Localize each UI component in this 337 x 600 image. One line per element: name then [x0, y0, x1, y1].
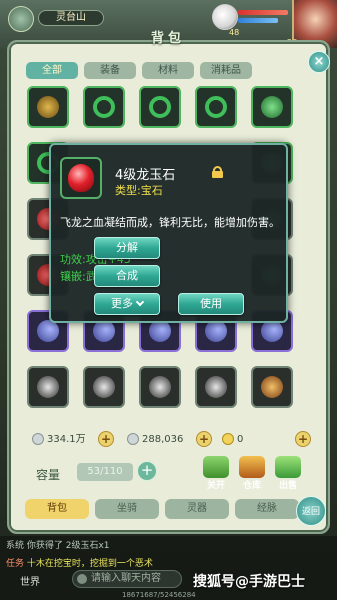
item-tooltip: 4级龙玉石 类型:宝石 飞龙之血凝结而成，锋利无比，能增加伤害。 功效:攻击+4… — [49, 143, 288, 323]
silver-amount: 334.1万 — [32, 432, 86, 448]
item-slot[interactable] — [251, 366, 293, 408]
minimap-icon[interactable] — [8, 6, 34, 32]
item-slot[interactable] — [27, 366, 69, 408]
more-button[interactable]: 更多 — [94, 293, 160, 315]
item-description: 飞龙之血凝结而成，锋利无比，能增加伤害。 — [60, 216, 280, 229]
black-orb-icon — [37, 376, 59, 398]
tab-bag[interactable]: 背包 — [25, 499, 89, 519]
necklace-icon — [37, 96, 59, 118]
add-diamond-button[interactable]: + — [295, 431, 311, 447]
black-orb-icon — [205, 376, 227, 398]
chevron-down-icon — [135, 297, 145, 307]
expand-capacity-button[interactable]: + — [137, 461, 157, 481]
add-silver-button[interactable]: + — [98, 431, 114, 447]
moon-stone-icon — [37, 320, 59, 342]
chat-input[interactable]: 请输入聊天内容 — [72, 570, 182, 588]
item-slot[interactable] — [195, 86, 237, 128]
jade-pendant-icon — [261, 96, 283, 118]
gold-amount: 288,036 — [127, 432, 183, 448]
pet-status-bars — [238, 10, 288, 26]
tab-meridian[interactable]: 经脉 — [235, 499, 299, 519]
gold-ingot-icon — [127, 433, 139, 445]
moon-stone-icon — [205, 320, 227, 342]
book-icon — [261, 376, 283, 398]
add-gold-button[interactable]: + — [196, 431, 212, 447]
item-slot[interactable] — [195, 366, 237, 408]
pet-mp-bar — [238, 18, 278, 23]
chat-channel[interactable]: 世界 — [20, 573, 40, 588]
pet-level: 48 — [229, 28, 240, 37]
item-slot[interactable] — [139, 366, 181, 408]
item-type: 类型:宝石 — [115, 184, 163, 197]
use-button[interactable]: 使用 — [178, 293, 244, 315]
decompose-button[interactable]: 分解 — [94, 237, 160, 259]
chat-line-system: 系统 你获得了 2级玉石x1 — [6, 541, 110, 551]
map-name: 灵台山 — [38, 10, 104, 26]
ring-icon — [205, 96, 227, 118]
capacity-value: 53/110 — [77, 463, 133, 481]
item-slot[interactable] — [251, 86, 293, 128]
moon-stone-icon — [261, 320, 283, 342]
close-button[interactable]: × — [308, 51, 330, 73]
tab-all[interactable]: 全部 — [26, 62, 78, 79]
silver-coin-icon — [32, 433, 44, 445]
ring-icon — [149, 96, 171, 118]
tab-consumables[interactable]: 消耗品 — [200, 62, 252, 79]
sell-icon — [275, 456, 301, 478]
tab-spirit[interactable]: 灵器 — [165, 499, 229, 519]
capacity-label: 容量 — [36, 468, 61, 482]
arrange-button[interactable]: 关开 — [200, 456, 232, 491]
arrange-icon — [203, 456, 229, 478]
item-icon-frame — [60, 157, 102, 199]
warehouse-button[interactable]: 仓库 — [236, 456, 268, 491]
tab-equipment[interactable]: 装备 — [84, 62, 136, 79]
item-slot[interactable] — [139, 86, 181, 128]
player-coordinates: 18671687/52456284 — [122, 591, 196, 599]
sell-button[interactable]: 出售 — [272, 456, 304, 491]
moon-stone-icon — [149, 320, 171, 342]
tab-materials[interactable]: 材料 — [142, 62, 194, 79]
combine-button[interactable]: 合成 — [94, 265, 160, 287]
lock-icon[interactable] — [212, 166, 223, 178]
black-orb-icon — [149, 376, 171, 398]
chat-line-task: 任务 十木在挖宝时，挖掘到一个恶术 — [6, 559, 153, 569]
item-name: 4级龙玉石 — [115, 168, 176, 183]
warehouse-icon — [239, 456, 265, 478]
ring-icon — [93, 96, 115, 118]
moon-stone-icon — [93, 320, 115, 342]
item-slot[interactable] — [27, 86, 69, 128]
microphone-icon[interactable] — [77, 574, 87, 584]
watermark: 搜狐号@手游巴士 — [193, 574, 305, 590]
red-dragon-jade-icon — [68, 164, 94, 192]
back-button[interactable]: 返回 — [296, 496, 326, 526]
black-orb-icon — [93, 376, 115, 398]
diamond-amount: 0 — [222, 432, 243, 448]
panel-title: 背包 — [150, 31, 185, 46]
pet-hp-bar — [238, 10, 288, 15]
pet-avatar[interactable] — [212, 4, 238, 30]
gold-coin-icon — [222, 433, 234, 445]
tab-mount[interactable]: 坐骑 — [95, 499, 159, 519]
item-slot[interactable] — [83, 86, 125, 128]
item-slot[interactable] — [83, 366, 125, 408]
